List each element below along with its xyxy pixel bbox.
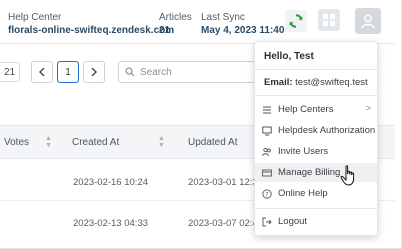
articles-value: 21 <box>159 25 171 36</box>
apps-button[interactable] <box>318 9 340 31</box>
app-window: Help Center florals-online-swifteq.zende… <box>0 0 402 249</box>
row-1-created: 2023-02-16 10:24 <box>73 177 149 188</box>
list-icon <box>262 105 272 115</box>
help-center-value: florals-online-swifteq.zendesk.com <box>8 25 175 36</box>
user-menu-button[interactable] <box>355 8 381 34</box>
sync-icon <box>289 14 303 28</box>
row-2-updated: 2023-03-07 02:46 <box>188 218 264 229</box>
column-created-at[interactable]: Created At <box>72 137 119 148</box>
search-input[interactable]: Search <box>118 61 258 83</box>
menu-greeting: Hello, Test <box>264 51 314 62</box>
menu-item-label: Help Centers <box>278 104 334 115</box>
row-2-created: 2023-02-13 04:33 <box>73 218 149 229</box>
current-page[interactable]: 1 <box>57 61 79 83</box>
menu-email: Email: test@swifteq.test <box>264 77 368 88</box>
menu-item-helpdesk-authorization[interactable]: Helpdesk Authorization <box>255 121 377 140</box>
chevron-left-icon <box>39 67 45 77</box>
pagination-total: 21 <box>0 62 20 82</box>
menu-item-label: Logout <box>278 216 308 227</box>
column-updated-at[interactable]: Updated At <box>188 137 237 148</box>
sync-button[interactable] <box>285 10 307 32</box>
menu-divider <box>255 208 377 209</box>
menu-item-label: Online Help <box>278 188 328 199</box>
help-center-info: Help Center florals-online-swifteq.zende… <box>8 12 174 37</box>
menu-divider <box>255 69 377 70</box>
users-icon <box>262 147 272 157</box>
menu-item-invite-users[interactable]: Invite Users <box>255 142 377 161</box>
row-1-updated: 2023-03-01 12:39 <box>188 177 264 188</box>
next-page-button[interactable] <box>83 61 105 83</box>
hand-cursor-icon <box>340 165 355 186</box>
menu-item-label: Helpdesk Authorization <box>278 125 376 136</box>
email-value: test@swifteq.test <box>295 77 368 88</box>
search-icon <box>125 67 135 77</box>
top-header: Help Center florals-online-swifteq.zende… <box>0 0 395 44</box>
search-placeholder: Search <box>140 66 172 78</box>
question-icon: ? <box>262 188 272 199</box>
last-sync-info: Last Sync May 4, 2023 11:40 <box>201 12 284 37</box>
chevron-right-icon <box>91 67 97 77</box>
last-sync-label: Last Sync <box>201 12 245 23</box>
column-votes[interactable]: Votes <box>4 137 29 148</box>
menu-item-online-help[interactable]: ? Online Help <box>255 184 377 203</box>
grid-icon <box>323 14 335 26</box>
help-center-label: Help Center <box>8 12 62 23</box>
card-icon <box>262 168 272 178</box>
chevron-right-icon: > <box>365 103 371 113</box>
menu-item-help-centers[interactable]: Help Centers > <box>255 100 377 119</box>
monitor-icon <box>262 126 272 136</box>
user-icon <box>361 14 375 29</box>
menu-item-label: Manage Billing <box>278 167 341 178</box>
sort-icon[interactable]: ▲ ▼ <box>158 135 165 149</box>
svg-text:?: ? <box>265 190 268 198</box>
articles-label: Articles <box>159 12 192 23</box>
sort-icon[interactable]: ▲ ▼ <box>45 135 52 149</box>
menu-item-manage-billing[interactable]: Manage Billing <box>255 163 377 182</box>
last-sync-value: May 4, 2023 11:40 <box>201 25 285 36</box>
user-dropdown-menu: Hello, Test Email: test@swifteq.test Hel… <box>254 41 378 236</box>
prev-page-button[interactable] <box>31 61 53 83</box>
menu-item-logout[interactable]: Logout <box>255 212 377 231</box>
logout-icon <box>262 217 272 227</box>
articles-info: Articles 21 <box>159 12 192 37</box>
email-label: Email: <box>264 77 293 88</box>
menu-divider <box>255 95 377 96</box>
menu-item-label: Invite Users <box>278 146 329 157</box>
